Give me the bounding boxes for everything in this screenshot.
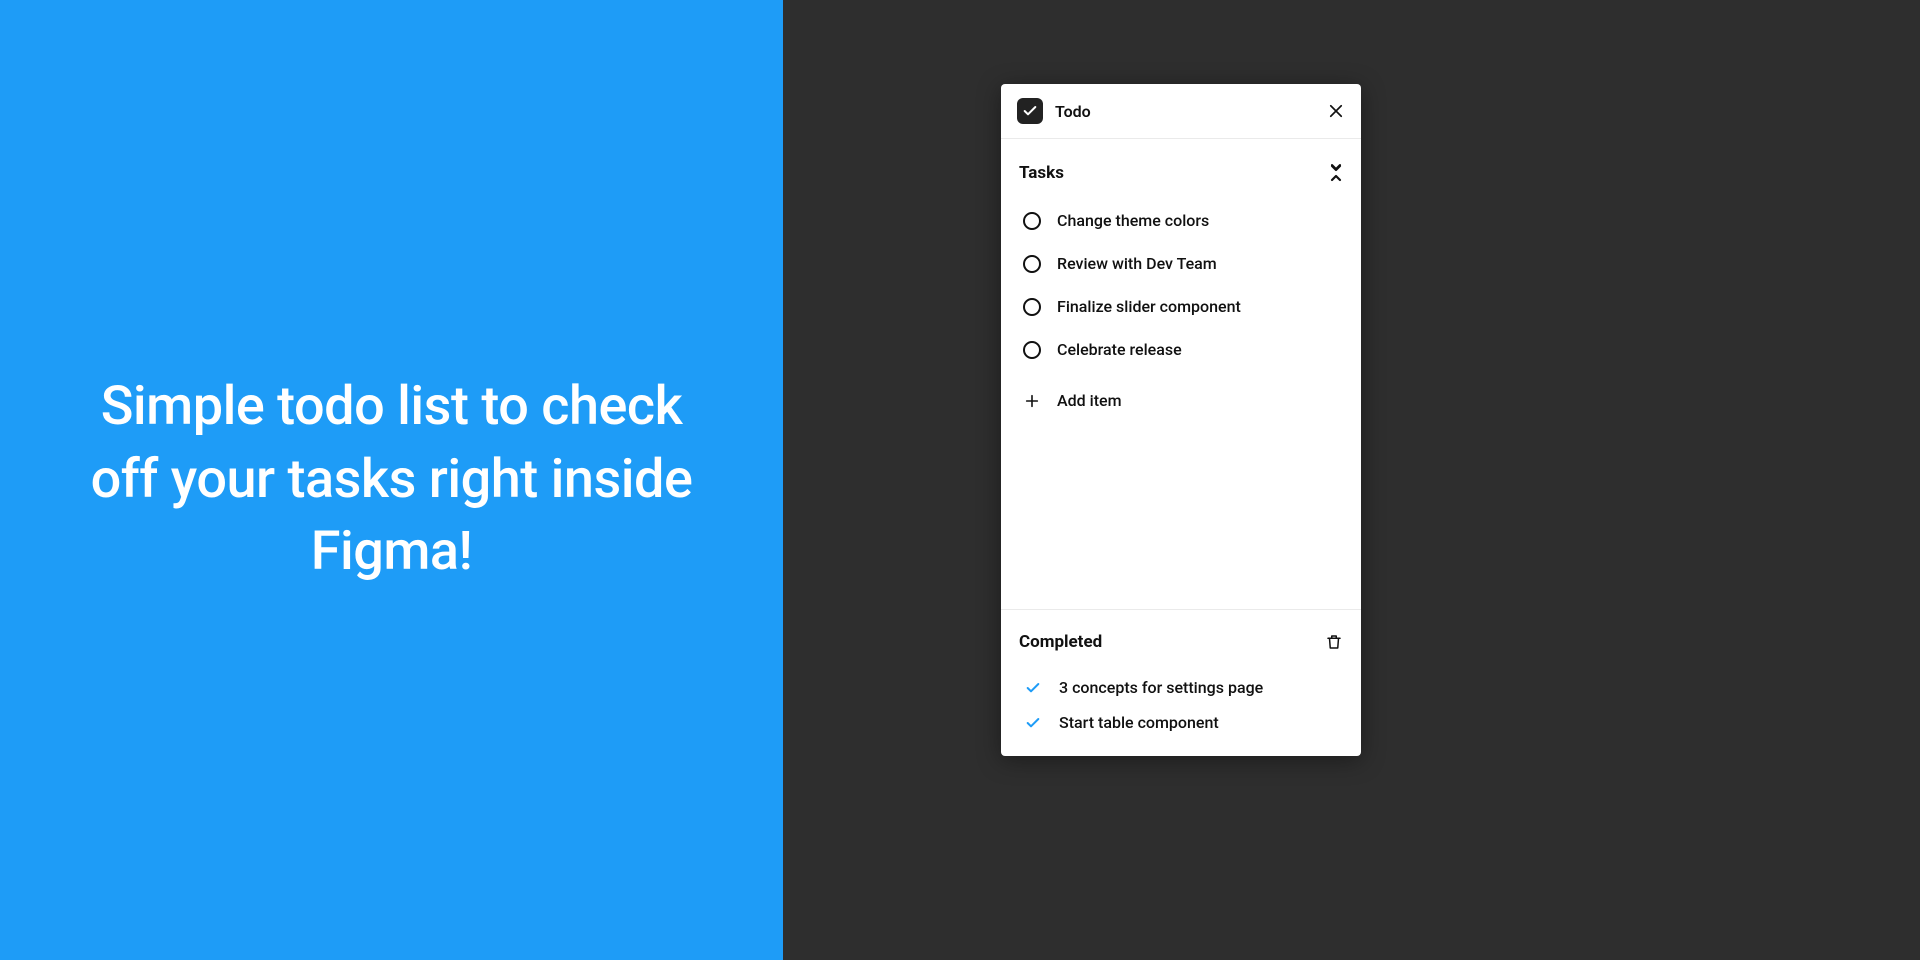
promo-panel: Simple todo list to check off your tasks… xyxy=(0,0,783,960)
collapse-button[interactable] xyxy=(1329,163,1343,183)
completed-item[interactable]: Start table component xyxy=(1019,705,1343,740)
task-radio-icon[interactable] xyxy=(1023,298,1041,316)
check-icon xyxy=(1023,715,1043,731)
promo-tagline: Simple todo list to check off your tasks… xyxy=(80,371,703,590)
todo-panel: Todo Tasks xyxy=(1001,84,1361,756)
task-item[interactable]: Celebrate release xyxy=(1019,332,1343,367)
task-radio-icon[interactable] xyxy=(1023,341,1041,359)
completed-label: 3 concepts for settings page xyxy=(1059,678,1263,697)
task-radio-icon[interactable] xyxy=(1023,255,1041,273)
task-item[interactable]: Change theme colors xyxy=(1019,203,1343,238)
task-label: Finalize slider component xyxy=(1057,297,1241,316)
collapse-icon xyxy=(1329,163,1343,183)
clear-completed-button[interactable] xyxy=(1325,632,1343,652)
completed-item[interactable]: 3 concepts for settings page xyxy=(1019,670,1343,705)
add-item-button[interactable]: Add item xyxy=(1019,381,1343,420)
completed-section: Completed 3 conc xyxy=(1001,610,1361,756)
task-item[interactable]: Review with Dev Team xyxy=(1019,246,1343,281)
tasks-section: Tasks Change theme colors xyxy=(1001,139,1361,430)
canvas-area: Todo Tasks xyxy=(783,0,1920,960)
panel-title: Todo xyxy=(1055,102,1327,121)
completed-heading: Completed xyxy=(1019,632,1102,652)
trash-icon xyxy=(1325,632,1343,652)
task-label: Celebrate release xyxy=(1057,340,1182,359)
task-label: Change theme colors xyxy=(1057,211,1209,230)
plus-icon xyxy=(1023,393,1041,409)
add-item-label: Add item xyxy=(1057,391,1122,410)
task-list: Change theme colors Review with Dev Team… xyxy=(1019,203,1343,420)
close-icon xyxy=(1327,102,1345,120)
close-button[interactable] xyxy=(1327,102,1345,120)
panel-header: Todo xyxy=(1001,84,1361,139)
check-icon xyxy=(1023,680,1043,696)
app-icon xyxy=(1017,98,1043,124)
task-item[interactable]: Finalize slider component xyxy=(1019,289,1343,324)
task-label: Review with Dev Team xyxy=(1057,254,1217,273)
task-radio-icon[interactable] xyxy=(1023,212,1041,230)
completed-label: Start table component xyxy=(1059,713,1219,732)
tasks-heading: Tasks xyxy=(1019,163,1064,183)
